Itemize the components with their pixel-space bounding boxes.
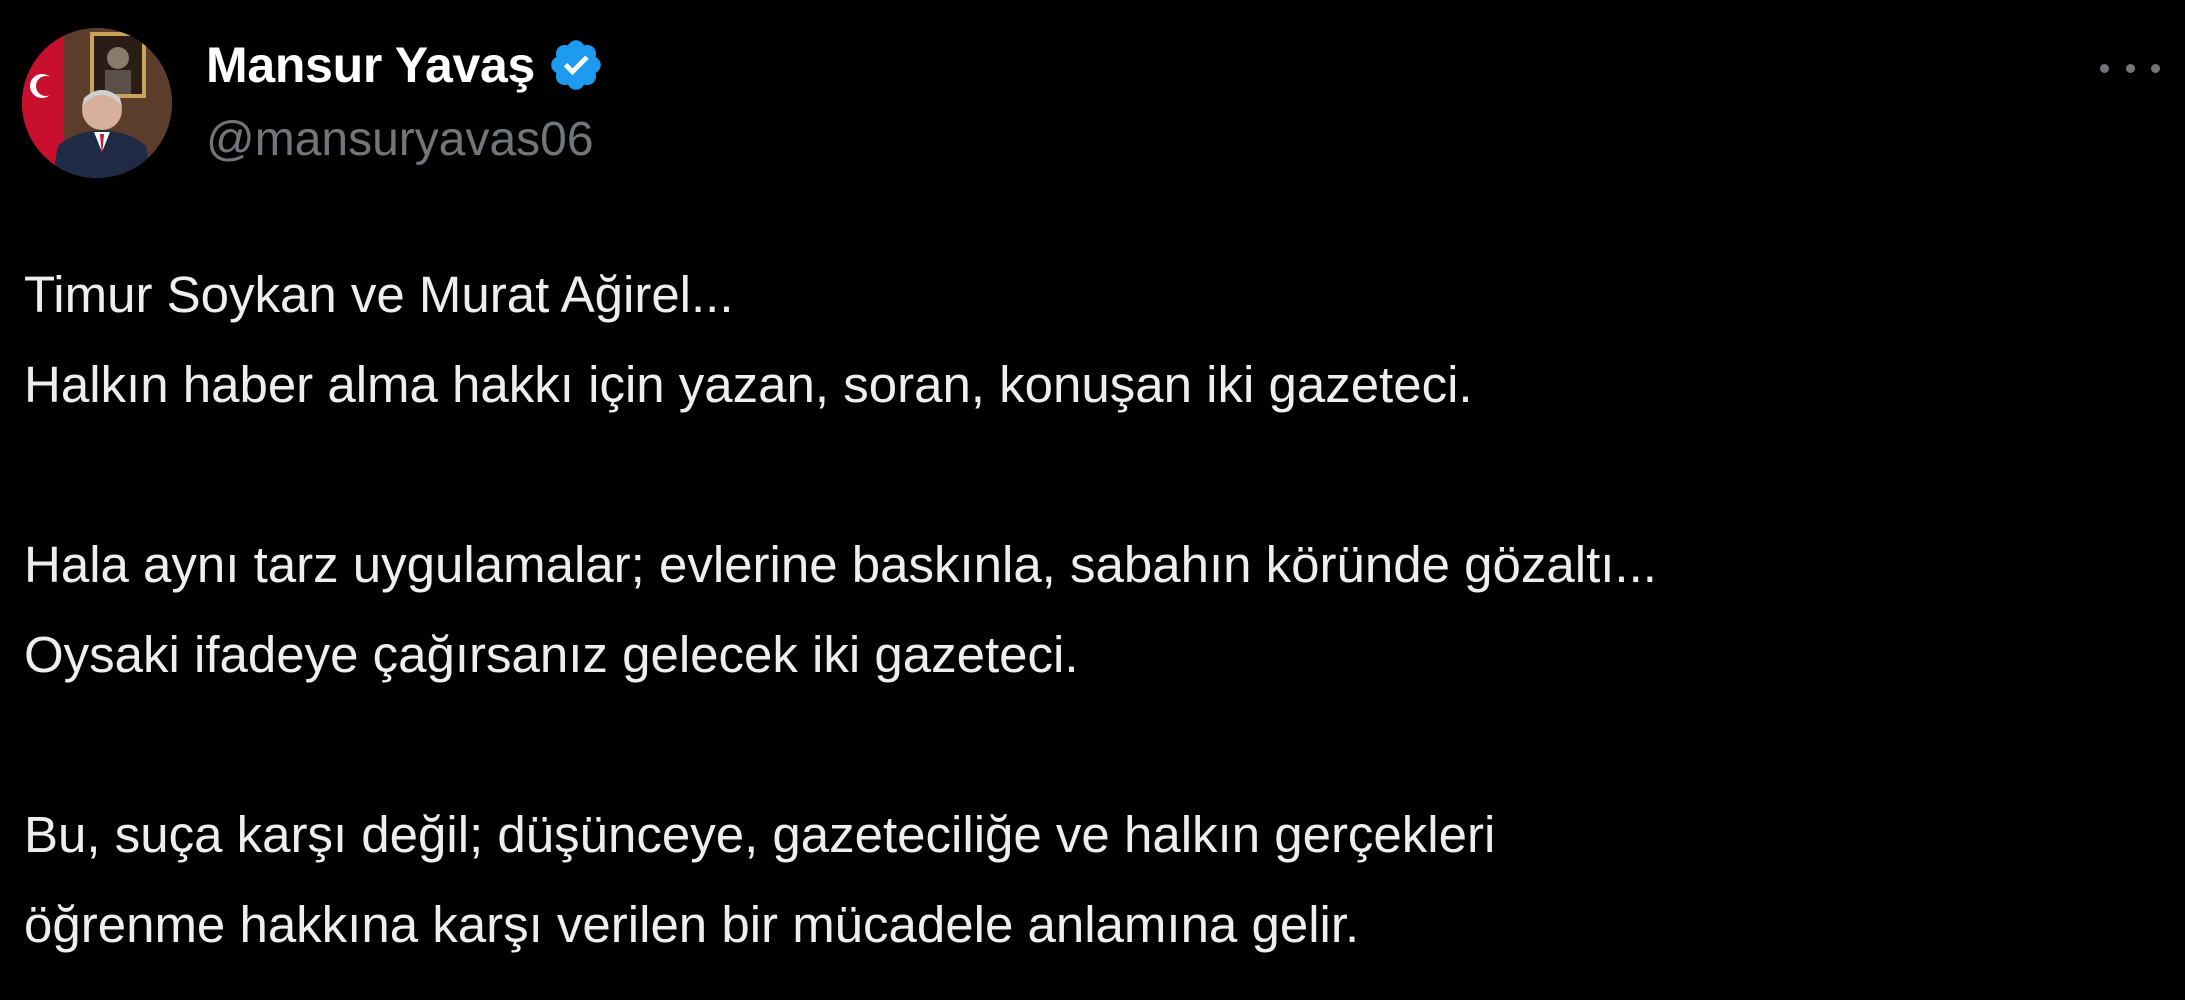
- tweet-line: Halkın haber alma hakkı için yazan, sora…: [24, 356, 1473, 413]
- tweet-card: Mansur Yavaş @mansuryavas06 Timur Soykan…: [0, 0, 2185, 1000]
- more-options-button[interactable]: [2100, 50, 2160, 86]
- tweet-line: Bu, suça karşı değil; düşünceye, gazetec…: [24, 806, 1496, 863]
- more-horizontal-icon-dot: [2151, 63, 2160, 73]
- more-horizontal-icon-dot: [2125, 63, 2135, 73]
- verified-badge-icon: [547, 36, 605, 94]
- tweet-line: öğrenme hakkına karşı verilen bir mücade…: [24, 896, 1360, 953]
- author-name-row[interactable]: Mansur Yavaş: [206, 34, 605, 96]
- avatar-image: [22, 28, 172, 178]
- author-avatar[interactable]: [22, 28, 172, 178]
- tweet-line: Timur Soykan ve Murat Ağirel...: [24, 266, 734, 323]
- more-horizontal-icon: [2100, 63, 2109, 73]
- author-handle[interactable]: @mansuryavas06: [206, 112, 594, 167]
- author-display-name[interactable]: Mansur Yavaş: [206, 36, 535, 94]
- tweet-line: Hala aynı tarz uygulamalar; evlerine bas…: [24, 536, 1657, 593]
- tweet-line: Oysaki ifadeye çağırsanız gelecek iki ga…: [24, 626, 1079, 683]
- tweet-text: Timur Soykan ve Murat Ağirel... Halkın h…: [24, 250, 2164, 970]
